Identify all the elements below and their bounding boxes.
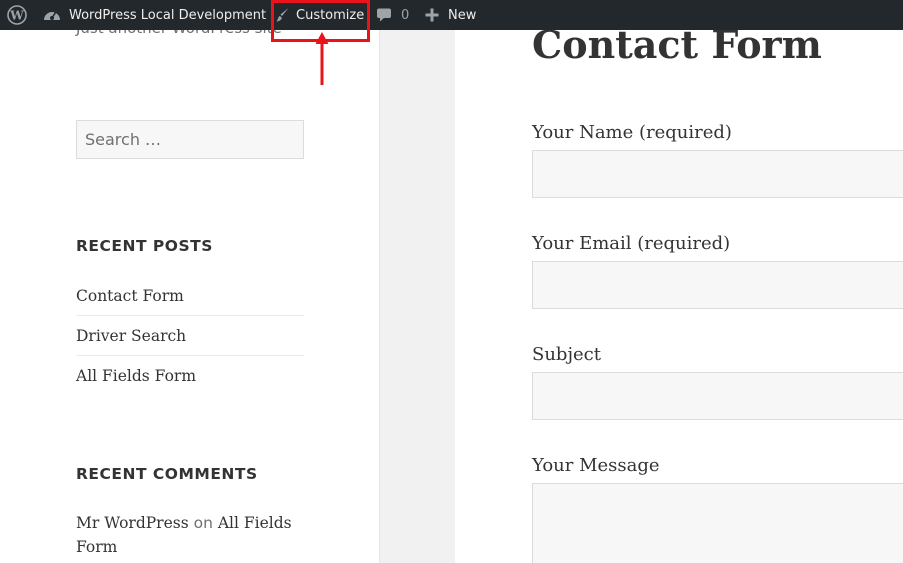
subject-field[interactable] [532,372,903,420]
recent-comment-item: Mr WordPress on All Fields Form [76,511,304,559]
wordpress-logo-icon: W [7,5,27,25]
recent-post-link[interactable]: Driver Search [76,316,304,356]
recent-post-link[interactable]: Contact Form [76,276,304,316]
comments-button[interactable]: 0 [376,0,409,30]
email-field[interactable] [532,261,903,309]
recent-post-link[interactable]: All Fields Form [76,356,304,396]
message-label: Your Message [532,455,660,476]
search-input[interactable] [76,120,304,159]
site-name-label: WordPress Local Development [69,7,267,23]
recent-comments-title: RECENT COMMENTS [76,465,258,483]
message-field[interactable] [532,483,903,563]
name-label: Your Name (required) [532,122,732,143]
recent-posts-list: Contact Form Driver Search All Fields Fo… [76,276,304,396]
wordpress-logo-button[interactable]: W [7,0,27,30]
admin-bar: W WordPress Local Development Customize [0,0,903,30]
new-content-button[interactable]: New [425,0,476,30]
subject-label: Subject [532,344,601,365]
comment-connector: on [193,514,213,532]
name-field[interactable] [532,150,903,198]
svg-text:W: W [9,9,24,23]
dashboard-icon [43,7,61,23]
recent-posts-title: RECENT POSTS [76,237,213,255]
new-label: New [448,7,477,23]
comment-bubble-icon [376,7,392,23]
plus-icon [425,8,439,22]
email-label: Your Email (required) [532,233,731,254]
highlight-arrow-icon [315,32,329,85]
comment-author-link[interactable]: Mr WordPress [76,514,189,532]
site-name-button[interactable]: WordPress Local Development [43,0,266,30]
comments-count: 0 [401,7,410,23]
